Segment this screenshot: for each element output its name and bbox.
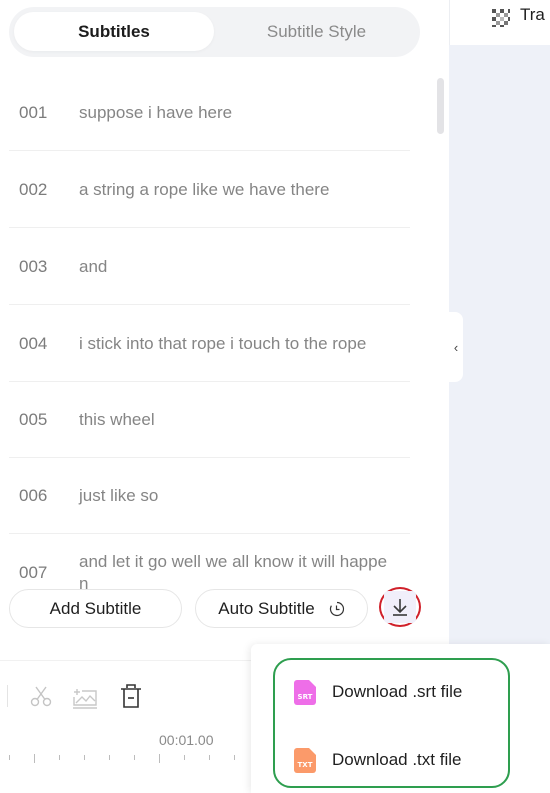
subtitle-row[interactable]: 006 just like so [9, 458, 410, 534]
transition-tab-label[interactable]: Tra [520, 5, 545, 25]
timeline-time-label: 00:01.00 [159, 732, 214, 748]
subtitle-text[interactable]: suppose i have here [79, 75, 389, 151]
trash-icon[interactable] [118, 683, 144, 709]
ruler-minor-tick [59, 755, 60, 760]
subtitle-row[interactable]: 003 and [9, 229, 410, 305]
download-icon [393, 599, 407, 616]
auto-subtitle-label: Auto Subtitle [218, 598, 315, 618]
txt-file-icon: TXT [294, 747, 316, 773]
subtitle-index: 004 [19, 334, 48, 353]
toolbar-divider [7, 685, 8, 707]
ruler-minor-tick [9, 755, 10, 760]
ruler-major-tick [159, 754, 160, 763]
scissors-icon[interactable] [28, 683, 54, 709]
chevron-left-icon: ‹ [453, 339, 459, 355]
subtitle-actions: Add Subtitle Auto Subtitle [0, 587, 449, 629]
download-menu: SRT Download .srt file TXT Download .txt… [251, 644, 550, 793]
subtitle-row[interactable]: 005 this wheel [9, 382, 410, 458]
subtitle-text[interactable]: a string a rope like we have there [79, 152, 389, 228]
subtitle-row[interactable]: 002 a string a rope like we have there [9, 152, 410, 228]
download-srt-option[interactable]: SRT Download .srt file [281, 672, 501, 712]
preview-area [449, 45, 550, 660]
download-button[interactable] [379, 587, 421, 627]
ruler-minor-tick [184, 755, 185, 760]
subtitle-text[interactable]: i stick into that rope i touch to the ro… [79, 306, 389, 382]
subtitle-row[interactable]: 004 i stick into that rope i touch to th… [9, 306, 410, 382]
subtitle-list: 001 suppose i have here 002 a string a r… [0, 75, 430, 590]
subtitle-row[interactable]: 007 and let it go well we all know it wi… [9, 535, 410, 590]
right-header: Tra [449, 0, 550, 45]
subtitle-index: 007 [19, 563, 48, 582]
clock-icon [329, 601, 344, 616]
subtitles-panel: Subtitles Subtitle Style 001 suppose i h… [0, 0, 449, 660]
ruler-minor-tick [234, 755, 235, 760]
add-subtitle-label: Add Subtitle [49, 598, 142, 618]
collapse-panel-button[interactable]: ‹ [449, 312, 463, 382]
subtitle-text[interactable]: just like so [79, 458, 389, 534]
add-subtitle-button[interactable]: Add Subtitle [9, 589, 182, 628]
checkerboard-icon [492, 9, 510, 27]
srt-file-icon: SRT [294, 679, 316, 705]
tab-subtitle-style[interactable]: Subtitle Style [219, 12, 414, 51]
ruler-minor-tick [109, 755, 110, 760]
list-scrollbar[interactable] [437, 78, 444, 134]
download-srt-label: Download .srt file [332, 682, 463, 701]
subtitle-text[interactable]: and let it go well we all know it will h… [79, 535, 389, 590]
ruler-major-tick [34, 754, 35, 763]
ruler-minor-tick [209, 755, 210, 760]
download-button-bg [384, 591, 416, 623]
download-txt-option[interactable]: TXT Download .txt file [281, 740, 501, 780]
subtitle-index: 002 [19, 180, 48, 199]
image-add-icon[interactable] [72, 683, 98, 709]
ruler-minor-tick [134, 755, 135, 760]
auto-subtitle-button[interactable]: Auto Subtitle [195, 589, 368, 628]
subtitle-index: 006 [19, 486, 48, 505]
subtitle-index: 001 [19, 103, 48, 122]
subtitle-text[interactable]: and [79, 229, 389, 305]
panel-tabs: Subtitles Subtitle Style [9, 7, 420, 57]
subtitle-index: 005 [19, 410, 48, 429]
subtitle-text[interactable]: this wheel [79, 382, 389, 458]
tab-subtitles[interactable]: Subtitles [14, 12, 214, 51]
subtitle-index: 003 [19, 257, 48, 276]
download-txt-label: Download .txt file [332, 750, 462, 769]
subtitle-row[interactable]: 001 suppose i have here [9, 75, 410, 151]
ruler-minor-tick [84, 755, 85, 760]
